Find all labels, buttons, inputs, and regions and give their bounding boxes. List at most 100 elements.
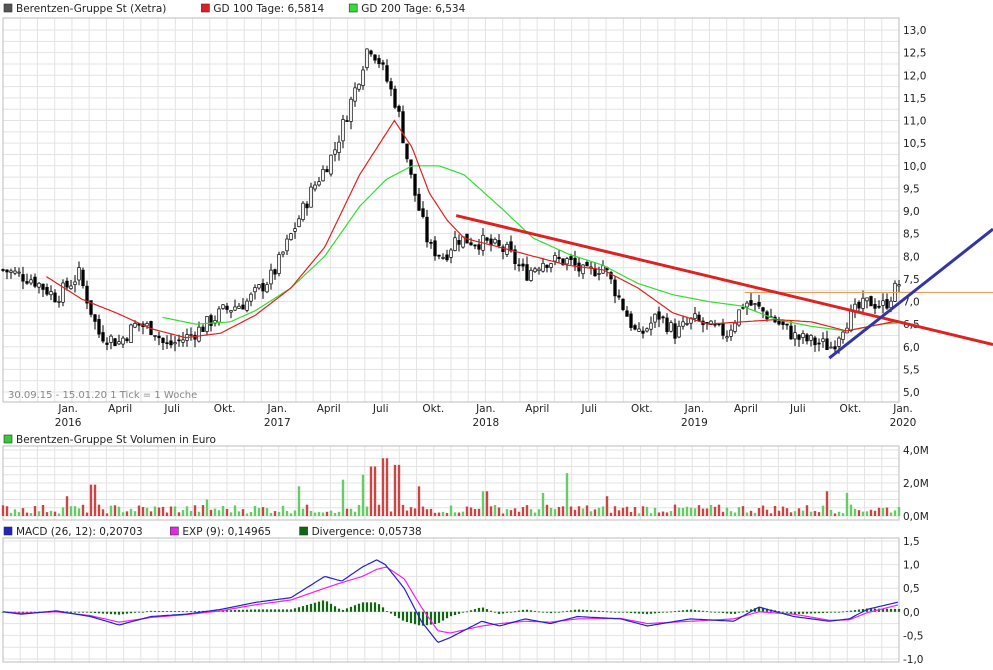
volume-bar (581, 508, 585, 516)
volume-bar (529, 509, 533, 516)
divergence-bar (621, 611, 625, 613)
volume-bar (1, 505, 5, 516)
volume-bar (309, 510, 313, 516)
volume-bar (325, 511, 329, 516)
volume-bar (705, 508, 709, 516)
volume-bar (29, 512, 33, 516)
volume-bar (33, 506, 37, 516)
price-y-tick: 5,0 (903, 387, 920, 399)
divergence-bar (493, 611, 497, 613)
candle-body (625, 310, 629, 317)
candle-body (313, 184, 317, 190)
divergence-bar (741, 611, 745, 613)
volume-bar (281, 505, 285, 516)
volume-bar (461, 511, 465, 516)
volume-bar (229, 512, 233, 516)
candle-body (61, 282, 65, 303)
x-tick-year: 2019 (681, 417, 708, 429)
price-y-tick: 7,5 (903, 274, 920, 286)
volume-bar (297, 486, 301, 516)
volume-bar (505, 509, 509, 516)
divergence-bar (821, 611, 825, 613)
candle-body (341, 119, 345, 142)
volume-bar (825, 491, 829, 516)
x-tick-year: 2018 (472, 417, 499, 429)
volume-bar (185, 506, 189, 516)
candle-body (153, 335, 157, 337)
candle-body (365, 48, 369, 68)
x-tick-label: Jan. (57, 403, 78, 415)
divergence-bar (665, 611, 669, 613)
divergence-bar (405, 611, 409, 623)
divergence-bar (241, 609, 245, 612)
x-tick-label: Juli (372, 403, 389, 415)
candle-body (293, 228, 297, 232)
macd-line (2, 559, 899, 643)
candle-body (449, 249, 453, 258)
x-tick-label: April (108, 403, 132, 415)
candle-body (637, 328, 641, 332)
divergence-bar (577, 609, 581, 612)
candle-body (649, 322, 653, 330)
volume-bar (741, 506, 745, 516)
volume-bar (349, 508, 353, 516)
volume-y-tick: 2,0M (903, 478, 929, 490)
volume-bar (385, 458, 389, 516)
volume-bar (317, 512, 321, 516)
volume-bar (509, 510, 513, 516)
candle-body (337, 141, 341, 153)
volume-bar (369, 466, 373, 516)
macd-legend-label: EXP (9): 0,14965 (182, 526, 271, 538)
price-y-tick: 9,5 (903, 183, 920, 195)
candle-body (525, 264, 529, 281)
divergence-bar (673, 611, 677, 612)
divergence-bar (629, 611, 633, 613)
divergence-bar (645, 611, 649, 615)
candle-body (345, 120, 349, 122)
volume-bar (553, 509, 557, 516)
candle-body (201, 326, 205, 332)
volume-bar (449, 505, 453, 516)
divergence-bar (549, 611, 553, 614)
divergence-bar (377, 604, 381, 612)
divergence-bar (125, 611, 129, 614)
candle-body (697, 314, 701, 321)
candle-body (849, 309, 853, 331)
volume-bar (441, 511, 445, 516)
volume-bar (249, 511, 253, 516)
volume-bar (781, 506, 785, 516)
price-y-tick: 10,5 (903, 138, 926, 150)
divergence-bar (265, 609, 269, 612)
volume-bar (585, 505, 589, 516)
divergence-bar (381, 607, 385, 612)
candle-body (557, 256, 561, 260)
x-tick-label: April (734, 403, 758, 415)
candle-body (541, 262, 545, 272)
volume-bar (817, 512, 821, 516)
candle-body (157, 335, 161, 339)
divergence-bar (137, 611, 141, 613)
volume-bar (157, 507, 161, 516)
divergence-bar (169, 611, 173, 612)
volume-bar (549, 507, 553, 516)
candle-body (229, 310, 233, 313)
candle-body (453, 237, 457, 251)
divergence-bar (641, 611, 645, 614)
volume-bar (789, 512, 793, 516)
volume-bar (333, 512, 337, 516)
candle-body (621, 298, 625, 310)
divergence-bar (313, 602, 317, 612)
candle-body (233, 306, 237, 311)
price-legend-swatch (201, 3, 210, 13)
divergence-bar (693, 609, 697, 612)
candle-body (533, 268, 537, 273)
divergence-bar (465, 611, 469, 613)
volume-bar (433, 512, 437, 516)
divergence-bar (369, 602, 373, 612)
candle-body (273, 269, 277, 275)
candle-body (129, 324, 133, 344)
divergence-bar (249, 609, 253, 612)
volume-bar (685, 506, 689, 516)
divergence-bar (545, 611, 549, 613)
divergence-bar (745, 610, 749, 612)
